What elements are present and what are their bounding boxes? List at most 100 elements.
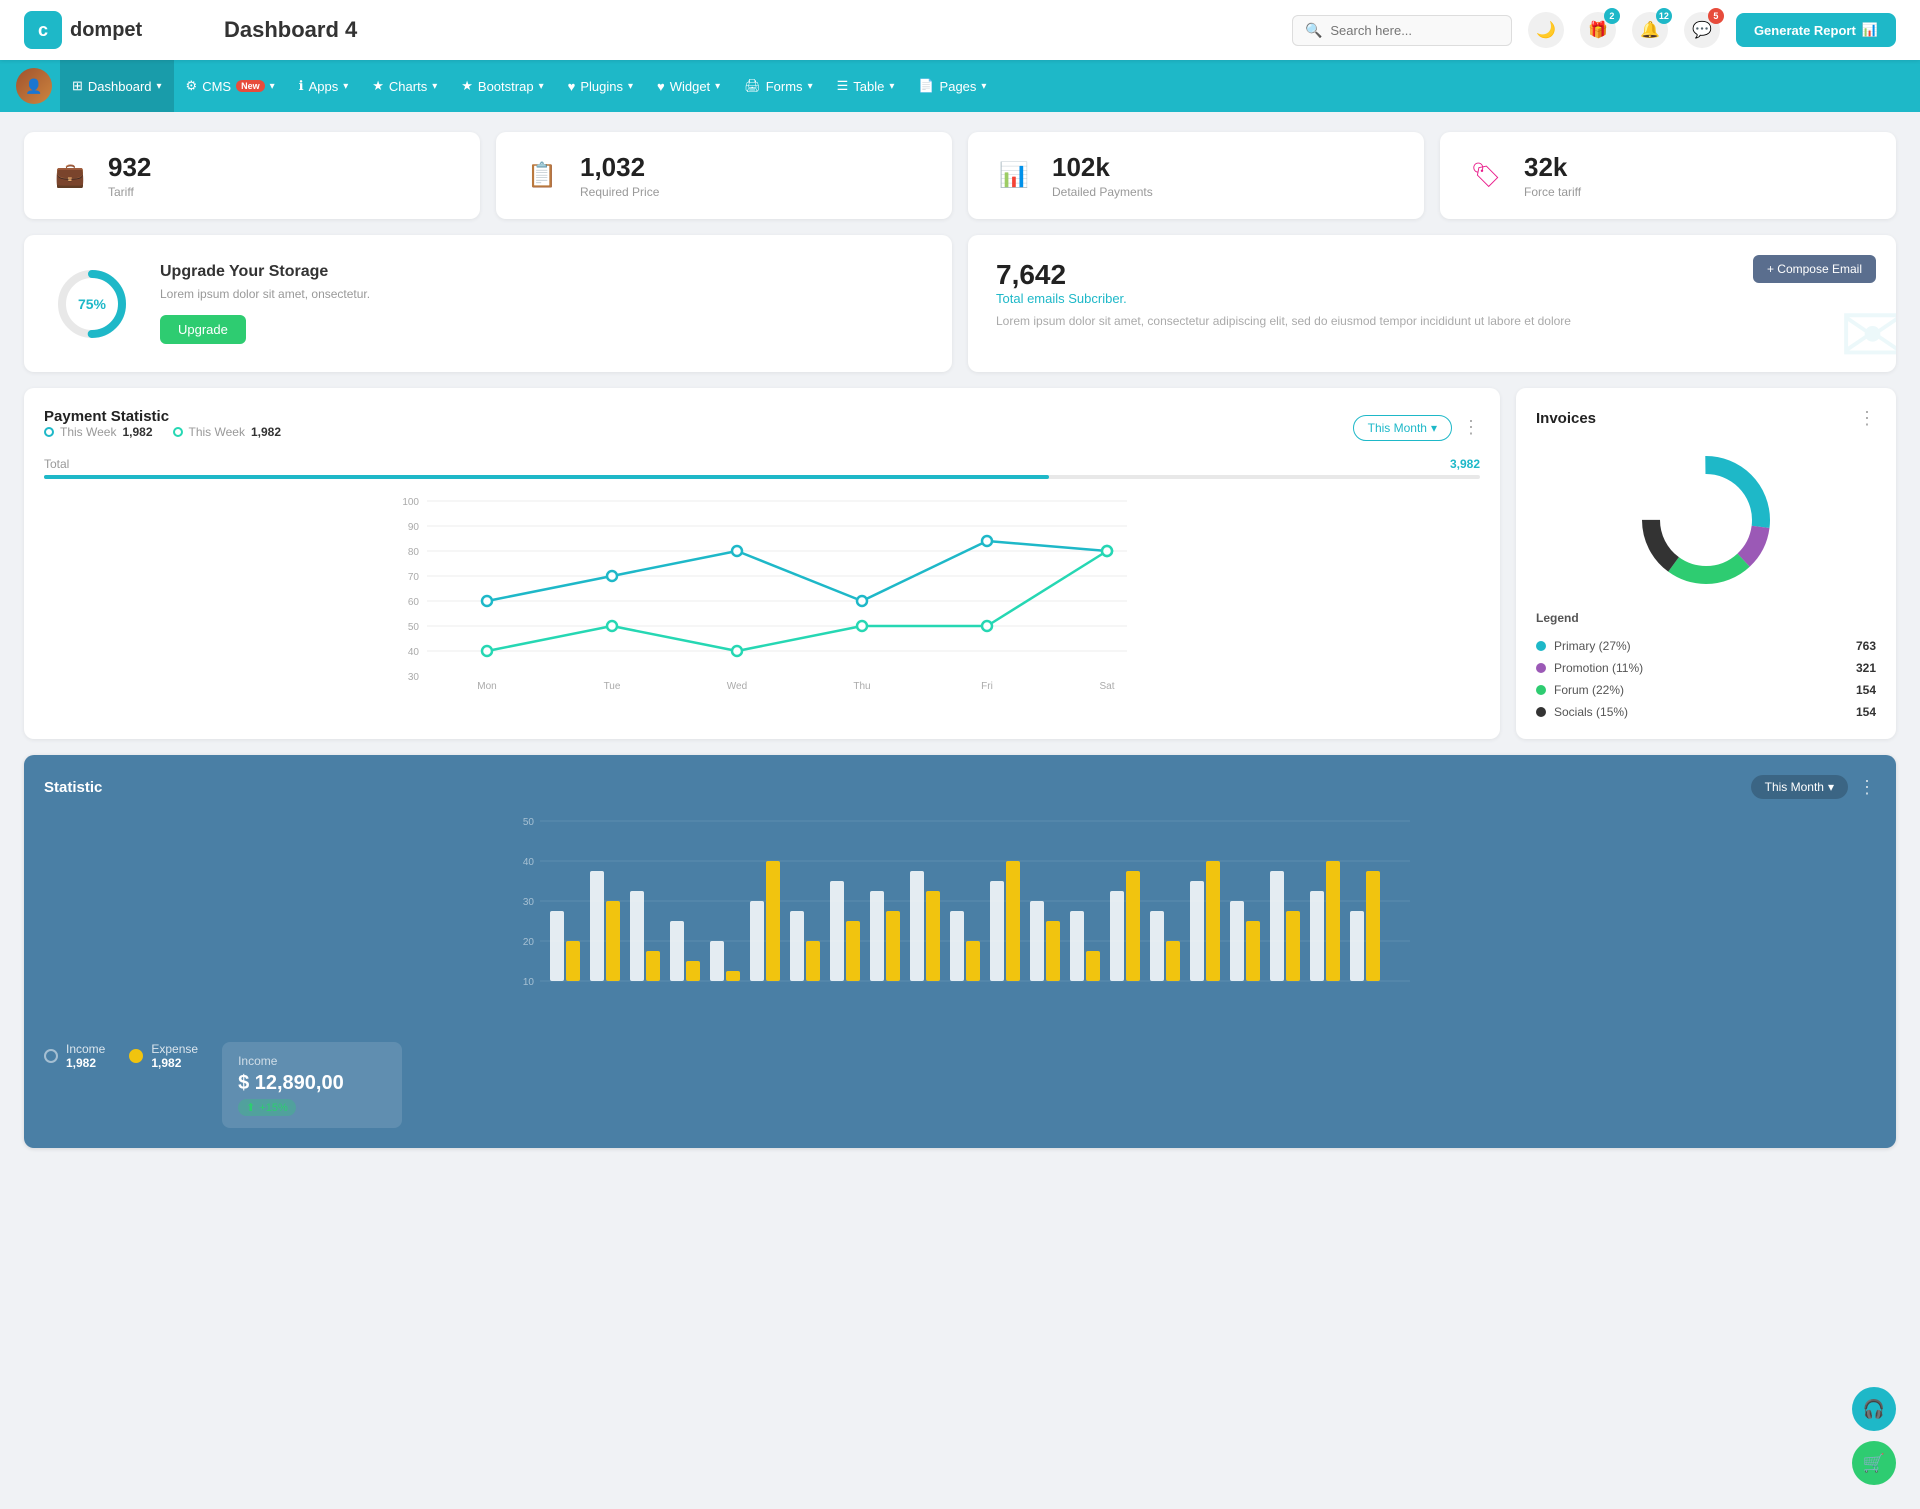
inv-val-primary: 763 [1856,639,1876,653]
income-badge-val: +15% [259,1102,287,1114]
invoice-legend-row-2: Forum (22%) 154 [1536,683,1876,697]
nav-item-charts[interactable]: ★ Charts ▾ [360,60,449,112]
force-tariff-info: 32k Force tariff [1524,152,1581,199]
payment-progress-bar [44,475,1480,479]
logo-text: dompet [70,19,142,42]
svg-text:100: 100 [402,497,419,508]
svg-text:Fri: Fri [981,681,993,691]
income-legend-item: Income 1,982 [44,1042,105,1070]
statistic-card: Statistic This Month ▾ ⋮ [24,755,1896,1148]
svg-text:20: 20 [523,937,535,948]
support-fab-button[interactable]: 🎧 [1852,1387,1896,1431]
gift-icon: 🎁 [1588,20,1608,40]
table-chevron: ▾ [889,81,894,92]
invoice-legend-row-3: Socials (15%) 154 [1536,705,1876,719]
payment-menu-button[interactable]: ⋮ [1462,417,1480,438]
nav-item-bootstrap[interactable]: ★ Bootstrap ▾ [449,60,555,112]
cart-fab-button[interactable]: 🛒 [1852,1441,1896,1485]
income-detail-box: Income $ 12,890,00 ⬆ +15% [222,1042,402,1128]
tariff-label: Tariff [108,185,151,199]
dashboard-chevron: ▾ [157,81,162,92]
line-chart-svg: 100 90 80 70 60 50 40 30 Mon Tue Wed Thu… [44,491,1480,691]
required-price-label: Required Price [580,185,659,199]
page-title: Dashboard 4 [224,17,424,43]
search-box[interactable]: 🔍 [1292,15,1512,46]
generate-report-label: Generate Report [1754,23,1856,38]
nav-item-table[interactable]: ☰ Table ▾ [825,60,907,112]
svg-text:70: 70 [408,572,420,583]
bell-icon: 🔔 [1640,20,1660,40]
upgrade-button[interactable]: Upgrade [160,315,246,344]
inv-dot-forum [1536,685,1546,695]
stat-card-force-tariff: 🏷 32k Force tariff [1440,132,1896,219]
inv-label-socials: Socials (15%) [1554,705,1628,719]
main-content: 💼 932 Tariff 📋 1,032 Required Price 📊 10… [0,112,1920,1168]
inv-dot-socials [1536,707,1546,717]
invoices-donut-wrap [1536,445,1876,595]
svg-text:Mon: Mon [477,681,496,691]
pages-chevron: ▾ [981,81,986,92]
search-icon: 🔍 [1305,22,1322,39]
moon-button[interactable]: 🌙 [1528,12,1564,48]
gift-button[interactable]: 🎁 2 [1580,12,1616,48]
invoices-header: Invoices ⋮ [1536,408,1876,429]
gift-badge: 2 [1604,8,1620,24]
income-legend-val: 1,982 [66,1056,105,1070]
income-box-title: Income [238,1054,386,1068]
inv-val-forum: 154 [1856,683,1876,697]
this-month-filter-button[interactable]: This Month ▾ [1353,415,1452,441]
apps-chevron: ▾ [343,81,348,92]
svg-text:40: 40 [523,857,535,868]
compose-email-button[interactable]: + Compose Email [1753,255,1876,283]
inv-dot-promotion [1536,663,1546,673]
logo: c dompet [24,11,184,49]
generate-report-button[interactable]: Generate Report 📊 [1736,13,1896,47]
statistic-month-filter-button[interactable]: This Month ▾ [1751,775,1848,799]
statistic-menu-button[interactable]: ⋮ [1858,777,1876,798]
nav-item-pages[interactable]: 📄 Pages ▾ [906,60,998,112]
bootstrap-chevron: ▾ [539,81,544,92]
svg-text:40: 40 [408,647,420,658]
chat-badge: 5 [1708,8,1724,24]
invoices-title: Invoices [1536,410,1596,427]
storage-donut: 75% [52,264,132,344]
cms-icon: ⚙ [186,78,198,94]
middle-row: 75% Upgrade Your Storage Lorem ipsum dol… [24,235,1896,372]
chat-button[interactable]: 💬 5 [1684,12,1720,48]
cms-chevron: ▾ [270,81,275,92]
stats-row: 💼 932 Tariff 📋 1,032 Required Price 📊 10… [24,132,1896,219]
nav-item-dashboard[interactable]: ⊞ Dashboard ▾ [60,60,174,112]
payment-legend-row: This Week 1,982 This Week 1,982 [44,425,281,439]
expense-legend-val: 1,982 [151,1056,198,1070]
storage-title: Upgrade Your Storage [160,263,370,281]
charts-chevron: ▾ [432,81,437,92]
bell-button[interactable]: 🔔 12 [1632,12,1668,48]
svg-text:50: 50 [523,817,535,828]
logo-icon: c [24,11,62,49]
bar-chart-icon: 📊 [1862,22,1878,38]
payment-title: Payment Statistic [44,408,281,425]
svg-text:Thu: Thu [853,681,870,691]
nav-item-plugins[interactable]: ♥ Plugins ▾ [556,60,645,112]
search-input[interactable] [1330,23,1499,38]
inv-label-forum: Forum (22%) [1554,683,1624,697]
nav-item-forms[interactable]: 🖨 Forms ▾ [732,60,824,112]
detailed-payments-info: 102k Detailed Payments [1052,152,1153,199]
legend-item-1: This Week 1,982 [44,425,153,439]
fab-wrap: 🎧 🛒 [1852,1387,1896,1485]
invoices-menu-button[interactable]: ⋮ [1858,408,1876,429]
expense-legend-item: Expense 1,982 [129,1042,198,1070]
invoices-donut-svg [1631,445,1781,595]
required-price-icon: 📋 [520,154,564,198]
filter-chevron-icon: ▾ [1431,421,1437,435]
header: c dompet Dashboard 4 🔍 🌙 🎁 2 🔔 12 💬 5 Ge… [0,0,1920,60]
nav-item-cms[interactable]: ⚙ CMS New ▾ [174,60,287,112]
legend-dot-2 [173,427,183,437]
stat-card-detailed-payments: 📊 102k Detailed Payments [968,132,1424,219]
nav-item-widget[interactable]: ♥ Widget ▾ [645,60,732,112]
svg-text:50: 50 [408,622,420,633]
nav-item-apps[interactable]: ℹ Apps ▾ [287,60,361,112]
forms-chevron: ▾ [808,81,813,92]
bar-chart-svg: 50 40 30 20 10 [44,811,1876,1031]
total-value: 3,982 [1450,457,1480,471]
